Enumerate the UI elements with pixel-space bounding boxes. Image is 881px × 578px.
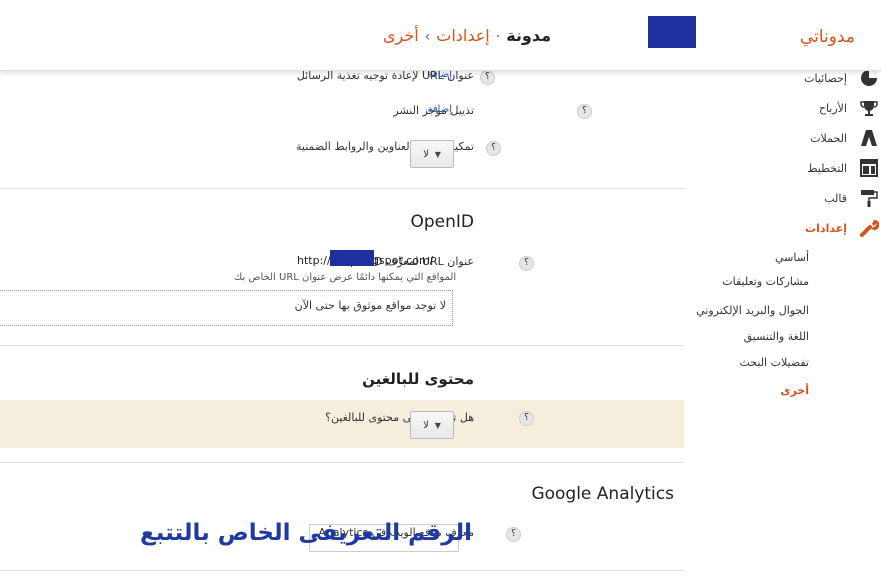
feed-footer-add-link[interactable]: إضافة: [428, 104, 452, 115]
chevron-down-icon: ▼: [434, 420, 441, 430]
sidebar-subitem-search-prefs[interactable]: تفضيلات البحث: [739, 356, 809, 369]
sidebar-item-earnings[interactable]: الأرباح: [701, 93, 881, 123]
annotation-overlay-text: الرقم التعريفى الخاص بالتتبع: [140, 520, 473, 546]
breadcrumb-blog[interactable]: مدونة: [506, 26, 551, 45]
breadcrumb-settings[interactable]: إعدادات: [436, 26, 489, 45]
breadcrumb-current: أخرى: [382, 26, 419, 45]
breadcrumb: مدونة · إعدادات › أخرى: [383, 26, 551, 45]
sidebar-item-template[interactable]: قالب: [701, 183, 881, 213]
wrench-icon: [857, 216, 881, 240]
sidebar-subitem-language[interactable]: اللغة والتنسيق: [744, 330, 809, 343]
analytics-section-title: Google Analytics: [531, 484, 674, 504]
adult-content-value: لا: [423, 419, 429, 431]
adult-content-select[interactable]: لا ▼: [410, 411, 454, 439]
sidebar-subitem-mobile-email[interactable]: الجوال والبريد الإلكتروني: [696, 304, 809, 317]
divider: [0, 462, 684, 463]
openid-help-icon[interactable]: ؟: [519, 256, 534, 271]
redaction-mark: [648, 16, 696, 48]
sidebar-item-layout[interactable]: التخطيط: [701, 153, 881, 183]
feed-redirect-help-icon[interactable]: ؟: [480, 70, 495, 85]
redaction-mark: [330, 250, 374, 266]
breadcrumb-separator: ·: [495, 29, 501, 45]
trusted-sites-note: المواقع التي يمكنها دائمًا عرض عنوان URL…: [234, 272, 457, 283]
sidebar-item-settings[interactable]: إعدادات: [701, 213, 881, 243]
sidebar-subitem-basic[interactable]: أساسي: [775, 251, 809, 264]
sidebar-item-label: الحملات: [810, 131, 847, 145]
analytics-help-icon[interactable]: ؟: [506, 527, 521, 542]
layout-icon: [857, 156, 881, 180]
trusted-sites-box: لا توجد مواقع موثوق بها حتى الآن: [0, 290, 453, 326]
sidebar-subitem-posts-comments[interactable]: مشاركات وتعليقات: [722, 275, 809, 288]
chevron-left-icon: ›: [424, 29, 431, 45]
sidebar-item-label: إعدادات: [805, 221, 847, 235]
adult-help-icon[interactable]: ؟: [519, 411, 534, 426]
title-links-help-icon[interactable]: ؟: [486, 141, 501, 156]
blogger-logo[interactable]: مدوناتي: [800, 27, 855, 47]
main-content: عنوان URL لإعادة توجيه تغذية الرسائل ؟ إ…: [0, 0, 684, 578]
title-links-select[interactable]: لا ▼: [410, 140, 454, 168]
divider: [0, 570, 684, 571]
top-bar: مدوناتي مدونة · إعدادات › أخرى: [0, 0, 881, 71]
sidebar: إحصائيات الأرباح الحملات التخطيط قالب إع…: [691, 70, 881, 578]
trophy-icon: [857, 96, 881, 120]
adult-content-row: [0, 400, 684, 448]
sidebar-item-label: التخطيط: [807, 161, 847, 175]
feed-footer-help-icon[interactable]: ؟: [577, 104, 592, 119]
chevron-down-icon: ▼: [434, 149, 441, 159]
adult-section-title: محتوى للبالغين: [362, 370, 474, 388]
adwords-icon: [857, 126, 881, 150]
sidebar-item-label: الأرباح: [818, 101, 847, 115]
sidebar-subitem-other[interactable]: أخرى: [780, 384, 809, 397]
sidebar-item-label: إحصائيات: [804, 71, 847, 85]
sidebar-item-campaigns[interactable]: الحملات: [701, 123, 881, 153]
paint-roller-icon: [857, 186, 881, 210]
divider: [0, 345, 684, 346]
openid-section-title: OpenID: [410, 212, 474, 232]
title-links-value: لا: [423, 148, 429, 160]
divider: [0, 188, 684, 189]
sidebar-item-label: قالب: [824, 191, 847, 205]
no-trusted-sites-text: لا توجد مواقع موثوق بها حتى الآن: [294, 299, 446, 312]
